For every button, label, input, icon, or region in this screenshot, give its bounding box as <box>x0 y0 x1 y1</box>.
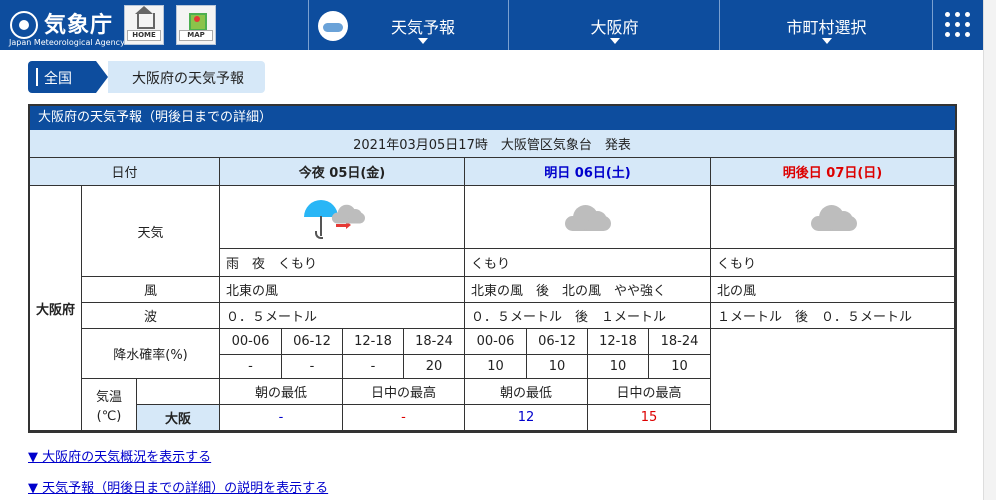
pop-value: - <box>220 355 282 379</box>
jma-logo-icon <box>10 11 38 39</box>
cloud-icon <box>329 204 366 223</box>
weather-icon-today <box>220 186 465 249</box>
then-arrow-icon <box>336 220 351 229</box>
pop-time: 12-18 <box>343 329 404 355</box>
nav-municipality-select[interactable]: 市町村選択 <box>719 0 933 50</box>
row-label-weather: 天気 <box>82 186 220 277</box>
temp-min-tomorrow: 12 <box>465 405 588 431</box>
weather-text-day-after: くもり <box>711 249 955 277</box>
issued-time: 2021年03月05日17時 大阪管区気象台 発表 <box>30 130 955 158</box>
pop-value: 20 <box>404 355 465 379</box>
temperature-unit: (℃) <box>96 408 122 424</box>
temp-max-tomorrow: 15 <box>588 405 711 431</box>
row-label-pop: 降水確率(%) <box>82 329 220 379</box>
row-label-wave: 波 <box>82 303 220 329</box>
forecast-title: 大阪府の天気予報（明後日までの詳細） <box>30 106 955 130</box>
home-button[interactable]: HOME <box>124 5 164 45</box>
map-button[interactable]: MAP <box>176 5 216 45</box>
pop-value: 10 <box>527 355 588 379</box>
row-label-temperature: 気温 (℃) <box>82 379 137 431</box>
row-label-wind: 風 <box>82 277 220 303</box>
pop-value: 10 <box>588 355 649 379</box>
pop-time: 06-12 <box>282 329 343 355</box>
empty-cell <box>711 329 955 431</box>
show-overview-link[interactable]: ▼ 大阪府の天気概況を表示する <box>28 446 211 465</box>
region-label: 大阪府 <box>30 186 82 431</box>
day-header-tomorrow: 明日 06日(土) <box>465 158 711 186</box>
forecast-table: 大阪府の天気予報（明後日までの詳細） 2021年03月05日17時 大阪管区気象… <box>28 104 957 433</box>
cloud-icon <box>807 204 859 231</box>
empty-cell <box>137 379 220 405</box>
grid-menu-button[interactable] <box>932 0 984 50</box>
chevron-down-icon <box>418 38 428 44</box>
pop-time: 00-06 <box>465 329 527 355</box>
weather-forecast-icon <box>318 11 348 41</box>
wind-today: 北東の風 <box>220 277 465 303</box>
cloud-icon <box>561 204 613 231</box>
logo-title: 気象庁 <box>44 13 114 38</box>
scrollbar[interactable] <box>983 0 996 500</box>
nav-municipality-label: 市町村選択 <box>786 18 867 37</box>
wave-tomorrow: ０．５メートル 後 １メートル <box>465 303 711 329</box>
pop-value: - <box>343 355 404 379</box>
pop-time: 12-18 <box>588 329 649 355</box>
map-label: MAP <box>179 30 213 41</box>
site-header: 気象庁 Japan Meteorological Agency HOME MAP… <box>0 0 983 50</box>
temp-max-today: - <box>343 405 465 431</box>
logo-subtitle: Japan Meteorological Agency <box>9 38 125 47</box>
pop-value: 10 <box>465 355 527 379</box>
temp-min-label: 朝の最低 <box>220 379 343 405</box>
nav-osaka[interactable]: 大阪府 <box>508 0 720 50</box>
day-header-today: 今夜 05日(金) <box>220 158 465 186</box>
temperature-label: 気温 <box>95 389 122 405</box>
wave-today: ０．５メートル <box>220 303 465 329</box>
breadcrumb-current: 大阪府の天気予報 <box>108 61 265 93</box>
chevron-down-icon <box>609 38 620 44</box>
breadcrumb-current-label: 大阪府の天気予報 <box>132 71 244 87</box>
show-explanation-link[interactable]: ▼ 天気予報（明後日までの詳細）の説明を表示する <box>28 477 328 496</box>
weather-text-tomorrow: くもり <box>465 249 711 277</box>
temp-max-label: 日中の最高 <box>588 379 711 405</box>
chevron-down-icon <box>821 38 832 44</box>
pop-value: 10 <box>649 355 711 379</box>
date-header: 日付 <box>30 158 220 186</box>
weather-text-today: 雨 夜 くもり <box>220 249 465 277</box>
wind-tomorrow: 北東の風 後 北の風 やや強く <box>465 277 711 303</box>
pop-time: 00-06 <box>220 329 282 355</box>
wave-day-after: １メートル 後 ０．５メートル <box>711 303 955 329</box>
weather-icon-day-after <box>711 186 955 249</box>
home-icon <box>135 6 155 29</box>
jma-logo[interactable]: 気象庁 Japan Meteorological Agency <box>8 5 125 47</box>
nav-osaka-label: 大阪府 <box>590 18 639 37</box>
temp-min-today: - <box>220 405 343 431</box>
breadcrumb-national-label: 全国 <box>44 71 72 87</box>
wind-day-after: 北の風 <box>711 277 955 303</box>
pop-value: - <box>282 355 343 379</box>
home-label: HOME <box>127 30 161 41</box>
temperature-city: 大阪 <box>137 405 220 431</box>
map-icon <box>189 13 207 31</box>
day-header-day-after: 明後日 07日(日) <box>711 158 955 186</box>
pop-time: 18-24 <box>404 329 465 355</box>
weather-icon-tomorrow <box>465 186 711 249</box>
breadcrumb-national[interactable]: 全国 <box>28 61 96 93</box>
temp-max-label: 日中の最高 <box>343 379 465 405</box>
pop-time: 18-24 <box>649 329 711 355</box>
pop-time: 06-12 <box>527 329 588 355</box>
temp-min-label: 朝の最低 <box>465 379 588 405</box>
